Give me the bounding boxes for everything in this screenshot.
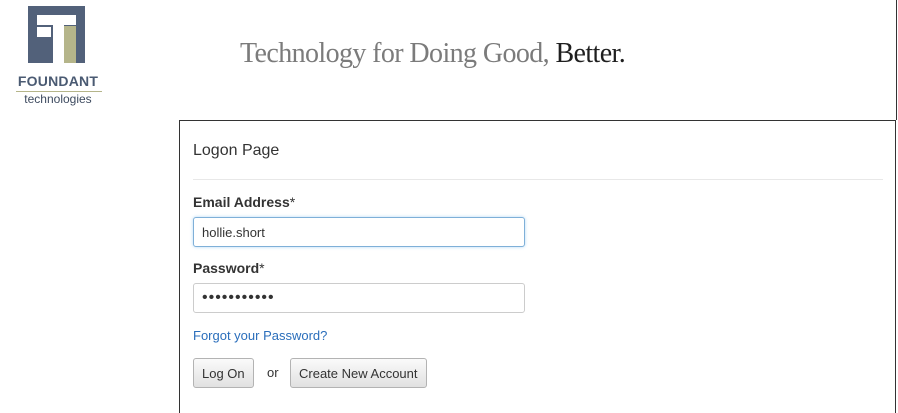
or-text: or xyxy=(267,365,279,380)
password-label: Password* xyxy=(193,260,265,276)
page: FOUNDANT technologies Technology for Doi… xyxy=(0,0,898,413)
email-label: Email Address* xyxy=(193,194,295,210)
page-title: Logon Page xyxy=(193,142,280,159)
tagline-main: Technology for Doing Good, xyxy=(240,38,550,69)
forgot-password-link[interactable]: Forgot your Password? xyxy=(193,328,327,343)
email-required-mark: * xyxy=(289,194,296,210)
foundant-logo: FOUNDANT technologies xyxy=(12,6,104,110)
tagline-emphasis: Better. xyxy=(555,38,626,69)
email-label-text: Email Address xyxy=(193,194,290,210)
foundant-logo-mark-icon xyxy=(28,6,85,63)
logo-sub-text: technologies xyxy=(24,92,92,106)
logo-brand-text: FOUNDANT xyxy=(17,73,99,89)
title-divider xyxy=(193,179,883,180)
tagline: Technology for Doing Good, Better. xyxy=(240,38,626,70)
header-right-border xyxy=(896,0,897,120)
logon-panel: Logon Page Email Address* Password* Forg… xyxy=(179,120,896,413)
create-new-account-button[interactable]: Create New Account xyxy=(290,358,427,388)
password-label-text: Password xyxy=(193,260,260,276)
log-on-button[interactable]: Log On xyxy=(193,358,254,388)
email-field[interactable] xyxy=(193,217,525,247)
password-field[interactable] xyxy=(193,283,525,313)
password-required-mark: * xyxy=(259,260,265,276)
